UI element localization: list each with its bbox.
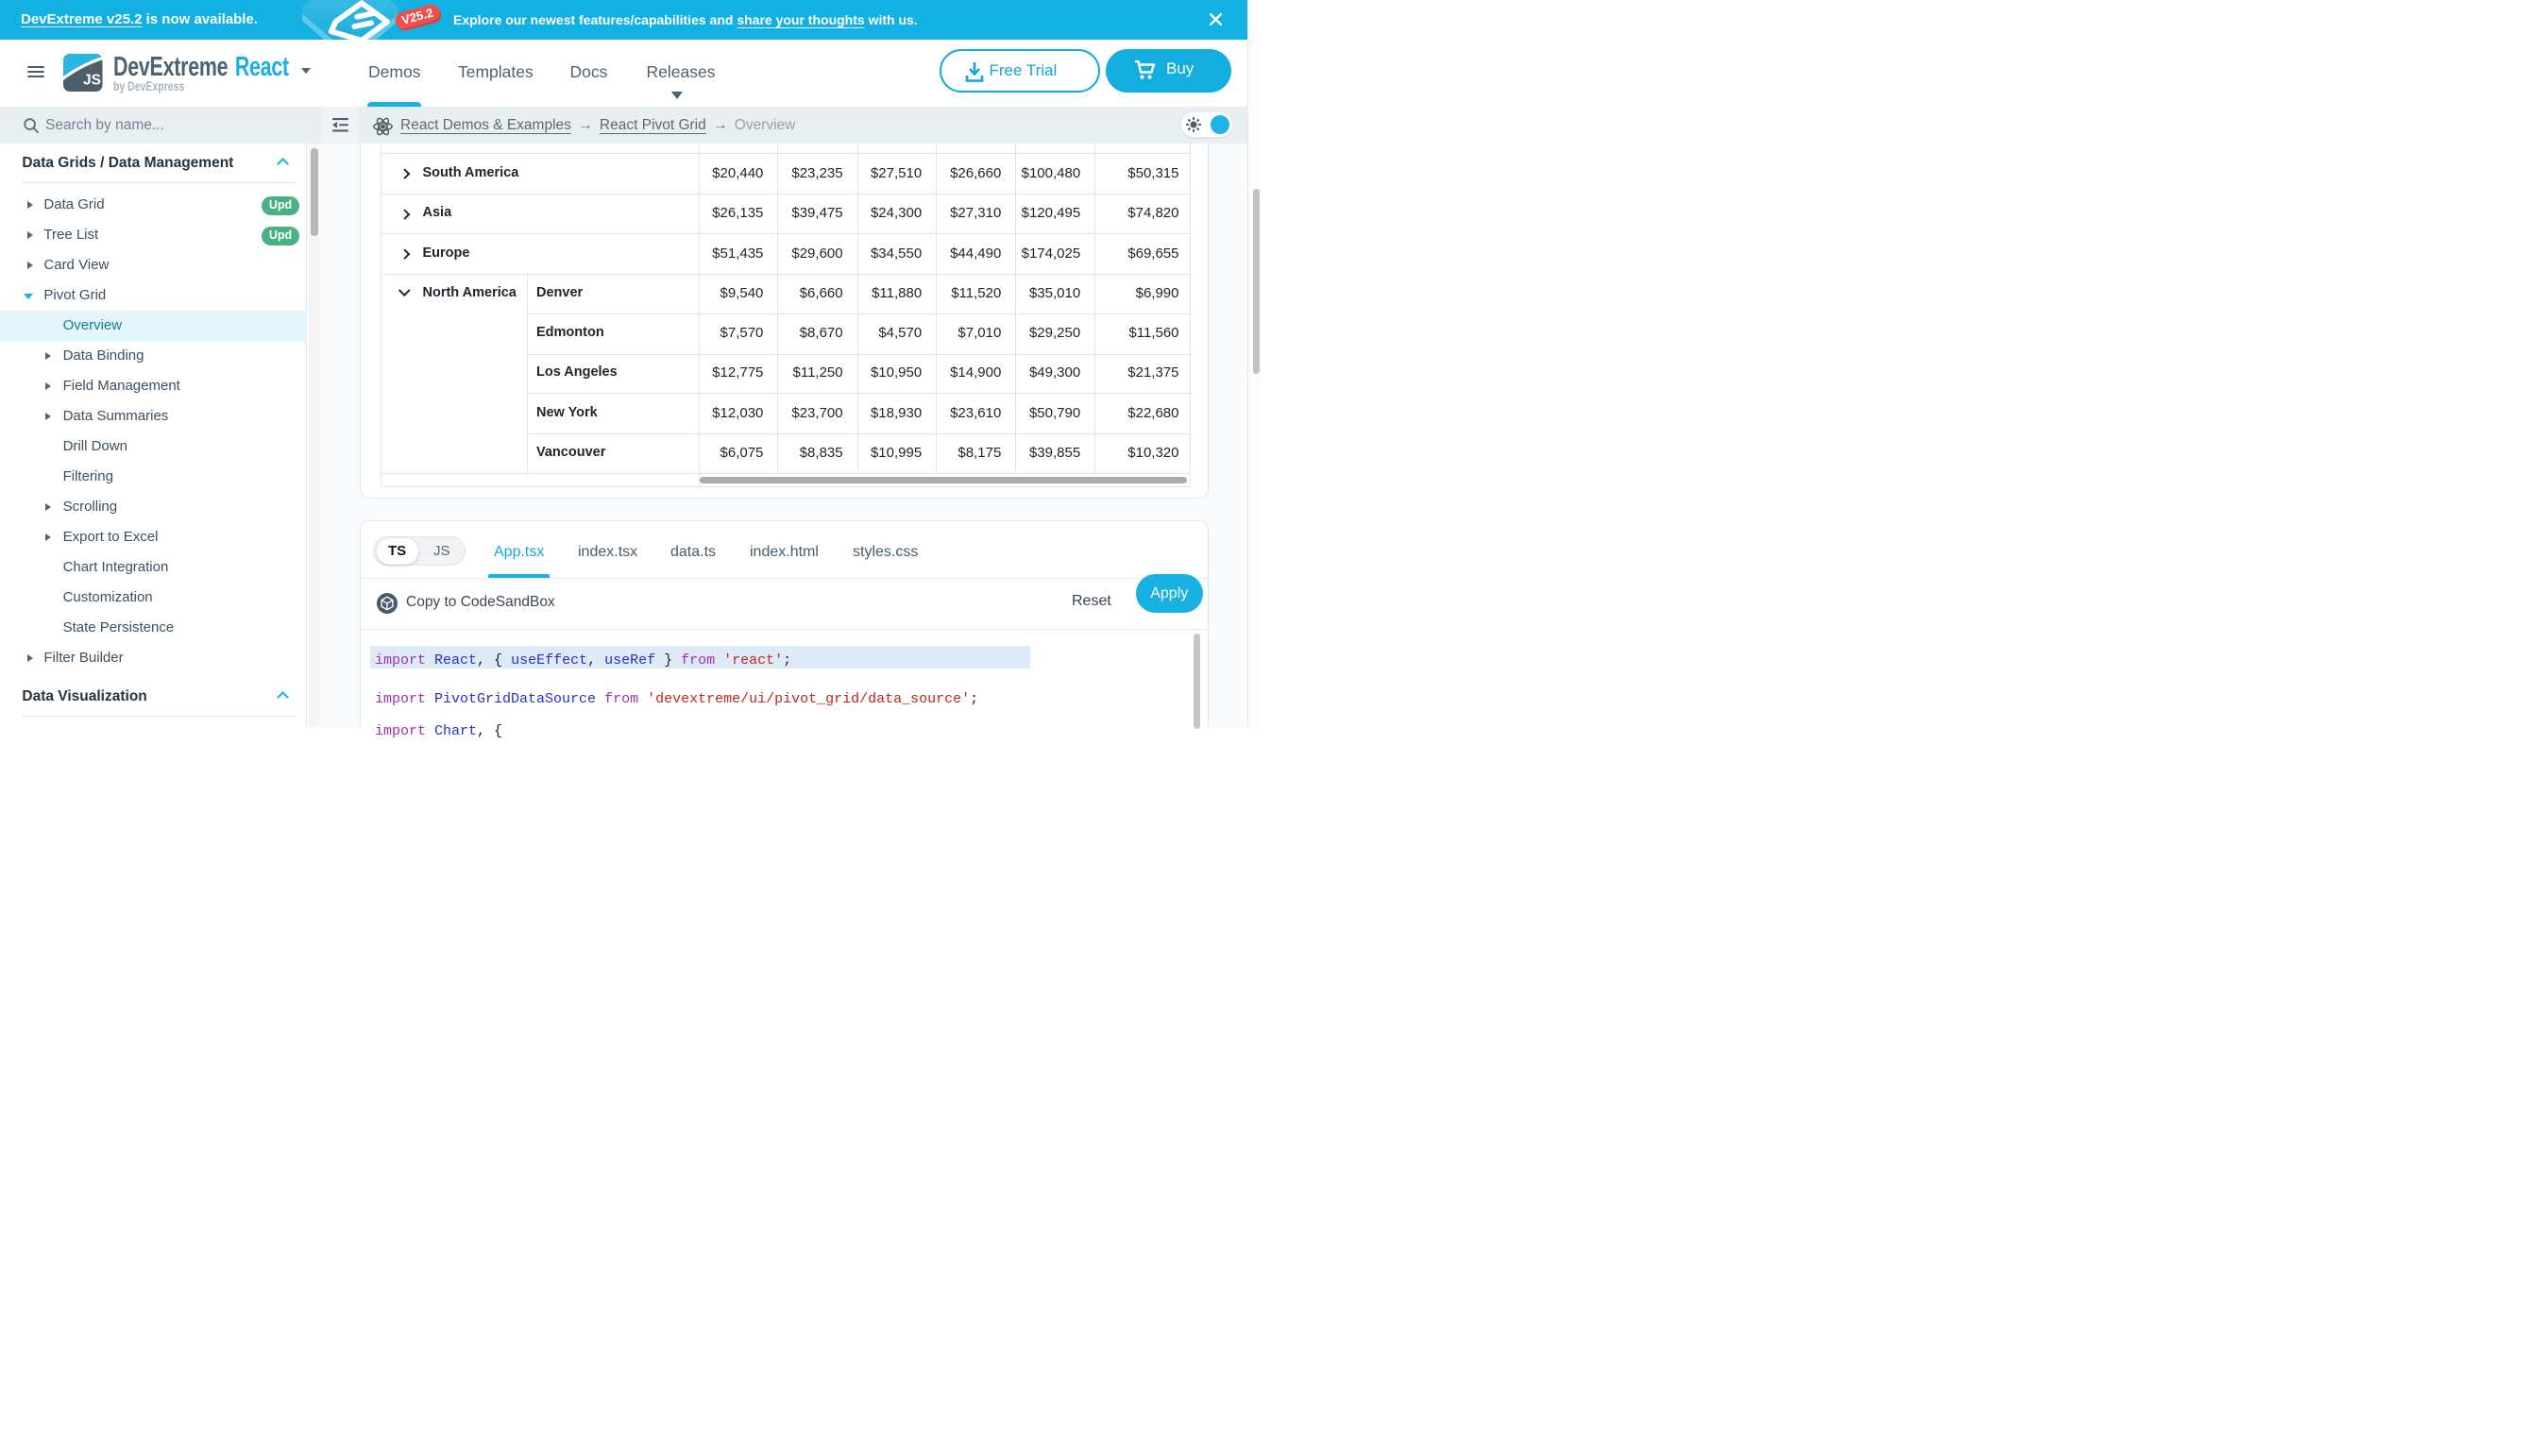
svg-text:JS: JS <box>83 73 101 89</box>
